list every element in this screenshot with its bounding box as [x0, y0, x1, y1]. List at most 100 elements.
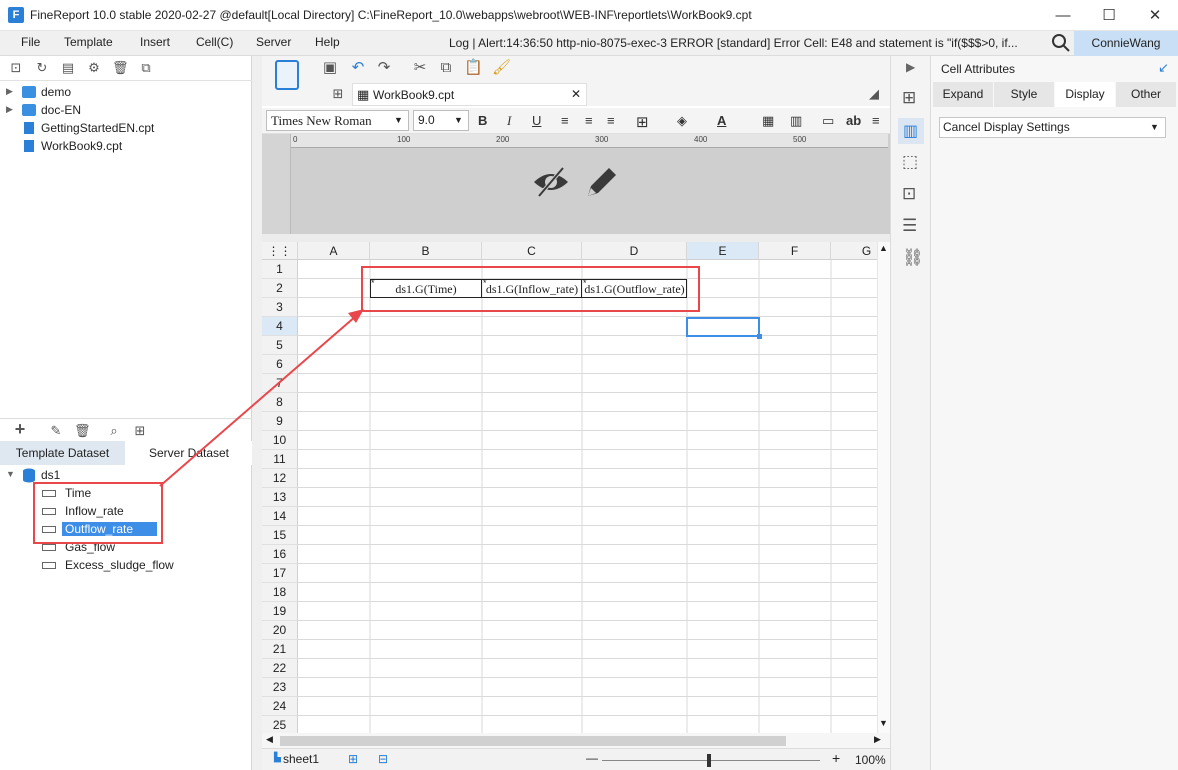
row-header[interactable]: 19	[262, 602, 298, 621]
copy-icon[interactable]: ⧉	[438, 60, 454, 76]
font-size-select[interactable]: 9.0 ▼	[413, 110, 469, 131]
delete-icon[interactable]: 🗑	[112, 60, 129, 76]
tree-item-workbook9[interactable]: WorkBook9.cpt	[0, 138, 250, 156]
row-header[interactable]: 10	[262, 431, 298, 450]
minimize-button[interactable]: —	[1040, 0, 1086, 31]
collapse-panel-icon[interactable]: ▶	[906, 60, 915, 74]
widget-settings-icon[interactable]: ⊡	[902, 184, 916, 204]
zoom-out-button[interactable]: —	[586, 751, 598, 765]
insert-formula-icon[interactable]: ▭	[822, 113, 834, 129]
horizontal-scroll-thumb[interactable]	[280, 736, 786, 746]
copy-icon[interactable]: ⧉	[138, 60, 154, 76]
tab-display[interactable]: Display	[1055, 82, 1115, 107]
tab-workbook9[interactable]: ▦ WorkBook9.cpt ✕	[352, 83, 587, 106]
corner-header[interactable]: ⋮⋮	[262, 242, 298, 260]
preview-icon[interactable]	[275, 60, 299, 90]
row-header[interactable]: 11	[262, 450, 298, 469]
spreadsheet-grid[interactable]: ⋮⋮ A B C D E F G 1 2 3 4 5 6 7 8 9 10 11 12 13 14 15 16…	[262, 242, 877, 733]
fill-handle[interactable]	[757, 334, 762, 339]
italic-button[interactable]: I	[507, 113, 511, 129]
tab-server-dataset[interactable]: Server Dataset	[126, 441, 252, 465]
column-header[interactable]: E	[687, 242, 759, 260]
row-header[interactable]: 2	[262, 279, 298, 298]
element-properties-icon[interactable]: ⊞	[902, 88, 916, 108]
menu-template[interactable]: Template	[64, 35, 113, 49]
refresh-icon[interactable]: ↻	[34, 60, 50, 76]
preview-dataset-icon[interactable]: ⌕	[106, 423, 122, 439]
redo-icon[interactable]: ↷	[376, 60, 392, 76]
row-header[interactable]: 8	[262, 393, 298, 412]
split-cells-icon[interactable]: ▥	[790, 113, 802, 129]
row-header[interactable]: 9	[262, 412, 298, 431]
menu-insert[interactable]: Insert	[140, 35, 170, 49]
expand-arrow-icon[interactable]: ▶	[6, 86, 13, 97]
pane-separator[interactable]	[262, 234, 890, 242]
parameter-pane[interactable]	[262, 134, 890, 234]
row-header[interactable]: 12	[262, 469, 298, 488]
zoom-in-button[interactable]: +	[832, 750, 840, 766]
row-header[interactable]: 13	[262, 488, 298, 507]
hyperlink-icon[interactable]: ⛓	[902, 248, 924, 268]
border-icon[interactable]: ⊞	[636, 113, 649, 131]
log-alert-text[interactable]: Log | Alert:14:36:50 http-nio-8075-exec-…	[449, 36, 1047, 50]
font-select[interactable]: Times New Roman ▼	[266, 110, 409, 131]
row-header[interactable]: 24	[262, 697, 298, 716]
row-header[interactable]: 14	[262, 507, 298, 526]
underline-button[interactable]: U	[532, 113, 541, 128]
add-dataset-icon[interactable]: +	[8, 420, 32, 438]
selected-cell-e4[interactable]	[686, 317, 760, 337]
zoom-slider-thumb[interactable]	[707, 754, 711, 767]
chevron-down-icon[interactable]: ▼	[879, 718, 888, 728]
row-header[interactable]: 4	[262, 317, 298, 336]
row-header[interactable]: 7	[262, 374, 298, 393]
menu-server[interactable]: Server	[256, 35, 291, 49]
menu-cell[interactable]: Cell(C)	[196, 35, 233, 49]
row-header[interactable]: 25	[262, 716, 298, 733]
row-header[interactable]: 16	[262, 545, 298, 564]
row-header[interactable]: 18	[262, 583, 298, 602]
row-header[interactable]: 17	[262, 564, 298, 583]
align-left-icon[interactable]: ≡	[561, 113, 569, 128]
vertical-scrollbar[interactable]: ▲ ▼	[877, 242, 890, 733]
column-header[interactable]: D	[582, 242, 687, 260]
settings-icon[interactable]: ⚙	[86, 60, 102, 76]
undo-icon[interactable]: ↶	[350, 60, 366, 76]
expand-arrow-icon[interactable]: ▶	[6, 104, 13, 115]
bold-button[interactable]: B	[478, 113, 487, 128]
menu-help[interactable]: Help	[315, 35, 340, 49]
display-settings-select[interactable]: Cancel Display Settings ▼	[939, 117, 1166, 138]
add-poly-sheet-icon[interactable]: ⊟	[378, 752, 388, 766]
text-format-button[interactable]: ab	[846, 113, 861, 128]
close-tab-icon[interactable]: ✕	[571, 87, 581, 101]
apply-icon[interactable]: ↙	[1158, 60, 1169, 76]
row-header[interactable]: 20	[262, 621, 298, 640]
new-folder-icon[interactable]: ⊡	[8, 60, 24, 76]
text-color-button[interactable]: A	[717, 113, 726, 128]
more-options-icon[interactable]: ≡	[872, 113, 880, 128]
tree-item-demo[interactable]: ▶ demo	[0, 84, 250, 102]
tab-template-dataset[interactable]: Template Dataset	[0, 441, 125, 465]
user-name[interactable]: ConnieWang	[1074, 31, 1178, 56]
collapse-arrow-icon[interactable]: ▼	[6, 469, 15, 479]
column-header[interactable]: G	[831, 242, 877, 260]
chevron-right-icon[interactable]: ▶	[874, 734, 881, 745]
edit-dataset-icon[interactable]: ✎	[48, 423, 64, 439]
grid-icon[interactable]: ⊞	[330, 86, 346, 102]
search-icon[interactable]	[1051, 33, 1071, 53]
splitter[interactable]	[252, 56, 262, 770]
column-header[interactable]: B	[370, 242, 482, 260]
chevron-left-icon[interactable]: ◀	[266, 734, 273, 745]
sheet-tab[interactable]: sheet1	[283, 752, 319, 766]
column-header[interactable]: F	[759, 242, 831, 260]
paint-bucket-icon[interactable]: ◢	[866, 86, 882, 102]
close-button[interactable]: ✕	[1132, 0, 1178, 31]
row-header[interactable]: 3	[262, 298, 298, 317]
column-header[interactable]: C	[482, 242, 582, 260]
open-icon[interactable]: ▤	[60, 60, 76, 76]
cell-element-icon[interactable]: ⬚	[902, 152, 918, 172]
chevron-up-icon[interactable]: ▲	[879, 243, 888, 253]
format-painter-icon[interactable]: 🖌	[492, 60, 511, 76]
condition-attributes-icon[interactable]: ☰	[902, 216, 917, 236]
row-header[interactable]: 21	[262, 640, 298, 659]
tab-other[interactable]: Other	[1116, 82, 1176, 107]
